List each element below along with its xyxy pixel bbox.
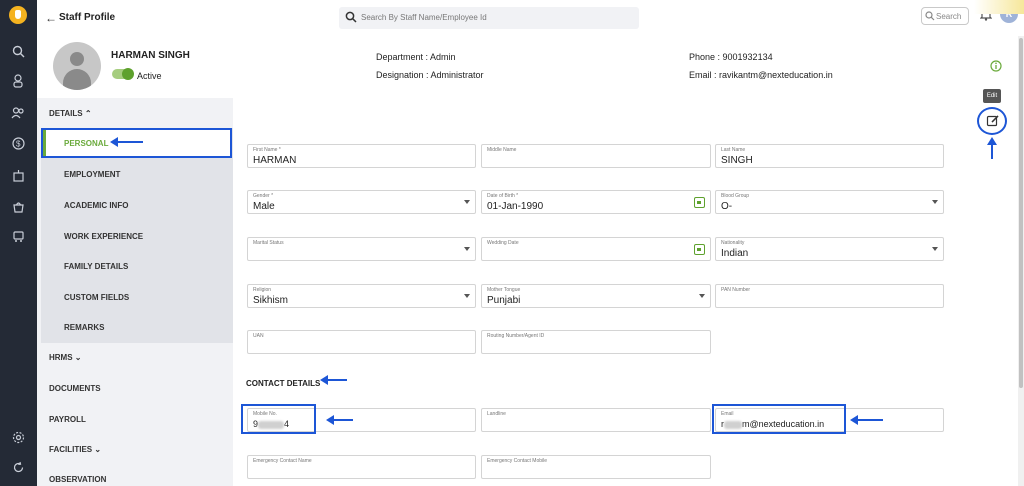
- first-name-field[interactable]: First Name * HARMAN: [247, 144, 476, 168]
- active-toggle[interactable]: [112, 68, 134, 80]
- sidebar-item-observation[interactable]: OBSERVATION: [49, 475, 106, 484]
- corner-decoration: [974, 0, 1024, 14]
- search-icon: [925, 11, 935, 23]
- sidebar-item-family-details[interactable]: FAMILY DETAILS: [64, 262, 128, 271]
- phone-text: Phone : 9001932134: [689, 52, 773, 62]
- emergency-contact-mobile-field[interactable]: Emergency Contact Mobile: [481, 455, 711, 479]
- sidebar-item-custom-fields[interactable]: CUSTOM FIELDS: [64, 293, 129, 302]
- back-arrow-icon[interactable]: ←: [45, 11, 57, 25]
- global-search-button[interactable]: Search: [921, 7, 969, 25]
- app-rail: $: [0, 0, 37, 486]
- pan-number-field[interactable]: PAN Number: [715, 284, 944, 308]
- bag-icon[interactable]: [9, 197, 27, 215]
- fees-icon[interactable]: $: [9, 134, 27, 152]
- date-of-birth-field[interactable]: Date of Birth * 01-Jan-1990: [481, 190, 711, 214]
- annotation-arrow: [850, 415, 883, 425]
- search-icon[interactable]: [9, 42, 27, 60]
- edit-icon: [986, 114, 999, 129]
- staff-search-input[interactable]: Search By Staff Name/Employee Id: [339, 7, 639, 29]
- global-search-label: Search: [936, 12, 962, 21]
- chevron-down-icon: [932, 200, 938, 204]
- religion-select[interactable]: Religion Sikhism: [247, 284, 476, 308]
- blood-group-select[interactable]: Blood Group O-: [715, 190, 944, 214]
- routing-number-field[interactable]: Routing Number/Agent ID: [481, 330, 711, 354]
- profile-sidebar: DETAILS ⌃ PERSONAL EMPLOYMENT ACADEMIC I…: [37, 98, 233, 486]
- page-title: Staff Profile: [59, 12, 116, 23]
- landline-field[interactable]: Landline: [481, 408, 711, 432]
- designation-text: Designation : Administrator: [376, 70, 484, 80]
- sidebar-item-payroll[interactable]: PAYROLL: [49, 415, 86, 424]
- edit-button[interactable]: [977, 107, 1007, 135]
- department-text: Department : Admin: [376, 52, 456, 62]
- app-logo[interactable]: [9, 6, 27, 24]
- highlight-box: [712, 404, 846, 434]
- staff-name: HARMAN SINGH: [111, 50, 190, 61]
- sidebar-item-hrms[interactable]: HRMS ⌄: [49, 353, 82, 362]
- highlight-box: [241, 404, 316, 434]
- top-bar: ← Staff Profile Search By Staff Name/Emp…: [37, 0, 1024, 36]
- building-icon[interactable]: [9, 166, 27, 184]
- profile-photo: [53, 42, 101, 90]
- mother-tongue-select[interactable]: Mother Tongue Punjabi: [481, 284, 711, 308]
- chevron-down-icon: [464, 294, 470, 298]
- sidebar-item-work-experience[interactable]: WORK EXPERIENCE: [64, 232, 143, 241]
- search-placeholder: Search By Staff Name/Employee Id: [361, 13, 487, 22]
- search-icon: [345, 11, 357, 25]
- page-scrollbar[interactable]: [1018, 36, 1024, 486]
- wedding-date-field[interactable]: Wedding Date: [481, 237, 711, 261]
- chevron-down-icon: [932, 247, 938, 251]
- svg-text:$: $: [16, 139, 21, 148]
- annotation-arrow: [326, 415, 353, 425]
- sidebar-item-academic-info[interactable]: ACADEMIC INFO: [64, 201, 128, 210]
- chevron-down-icon: [464, 247, 470, 251]
- settings-icon[interactable]: [9, 428, 27, 446]
- uan-field[interactable]: UAN: [247, 330, 476, 354]
- users-icon[interactable]: [9, 104, 27, 122]
- gender-select[interactable]: Gender * Male: [247, 190, 476, 214]
- last-name-field[interactable]: Last Name SINGH: [715, 144, 944, 168]
- sidebar-item-remarks[interactable]: REMARKS: [64, 323, 104, 332]
- nationality-select[interactable]: Nationality Indian: [715, 237, 944, 261]
- calendar-icon: [694, 244, 705, 255]
- transport-icon[interactable]: [9, 227, 27, 245]
- student-icon[interactable]: [9, 72, 27, 90]
- sidebar-item-facilities[interactable]: FACILITIES ⌄: [49, 445, 101, 454]
- details-section-toggle[interactable]: DETAILS ⌃: [49, 109, 92, 118]
- profile-header: HARMAN SINGH Active Department : Admin D…: [37, 36, 1020, 98]
- info-icon[interactable]: [990, 60, 1002, 74]
- sidebar-item-employment[interactable]: EMPLOYMENT: [64, 170, 120, 179]
- annotation-arrow: [987, 137, 997, 159]
- email-text: Email : ravikantm@nexteducation.in: [689, 70, 833, 80]
- chevron-down-icon: [699, 294, 705, 298]
- emergency-contact-name-field[interactable]: Emergency Contact Name: [247, 455, 476, 479]
- refresh-icon[interactable]: [9, 458, 27, 476]
- middle-name-field[interactable]: Middle Name: [481, 144, 711, 168]
- sidebar-item-documents[interactable]: DOCUMENTS: [49, 384, 101, 393]
- annotation-arrow: [110, 137, 143, 147]
- status-label: Active: [137, 71, 162, 81]
- chevron-down-icon: [464, 200, 470, 204]
- contact-details-heading: CONTACT DETAILS: [246, 379, 321, 388]
- marital-status-select[interactable]: Marital Status: [247, 237, 476, 261]
- annotation-arrow: [320, 375, 347, 385]
- calendar-icon: [694, 197, 705, 208]
- edit-tooltip: Edit: [983, 89, 1001, 103]
